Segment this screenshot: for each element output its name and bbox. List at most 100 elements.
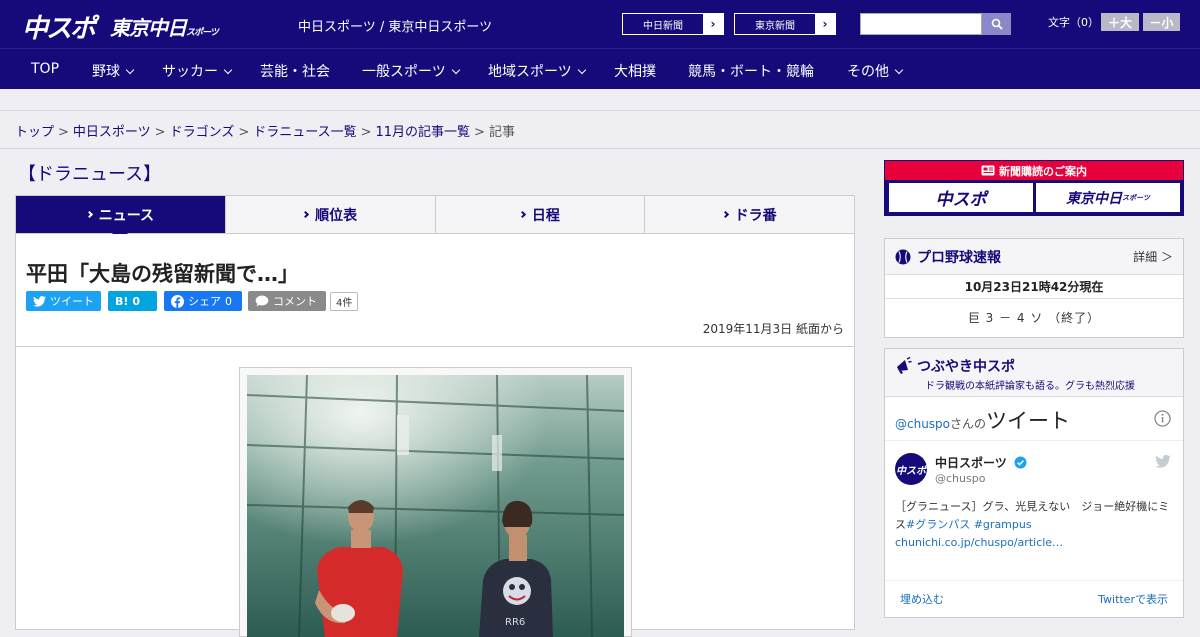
tab-schedule[interactable]: 日程 (436, 196, 646, 233)
tokyo-shimbun-button[interactable]: 東京新聞 › (734, 13, 836, 35)
nav-soccer[interactable]: サッカー (162, 61, 233, 81)
hatena-bookmark-button[interactable]: B! 0 (108, 291, 157, 311)
tokyo-logo-small: スポーツ (186, 28, 219, 38)
breadcrumb-current: 記事 (488, 125, 515, 140)
tweet-account-handle[interactable]: @chuspo (935, 472, 985, 485)
article-photo[interactable]: RR6 (247, 375, 624, 637)
avatar[interactable]: 中スポ (895, 453, 927, 485)
twitter-widget-footer: 埋め込む Twitterで表示 (885, 581, 1183, 615)
comment-button[interactable]: コメント (248, 291, 326, 311)
embed-link[interactable]: 埋め込む (900, 591, 944, 607)
article-photo-image: RR6 (247, 375, 624, 637)
megaphone-icon (897, 357, 912, 374)
twitter-widget-heading: @chuspoさんのツイート (895, 405, 1070, 435)
baseball-details-link[interactable]: 詳細 ＞ (1133, 248, 1173, 265)
tweet-link[interactable]: chunichi.co.jp/chuspo/article… (895, 536, 1063, 549)
search-icon (991, 18, 1003, 30)
chuspo-logo[interactable]: 中スポ (22, 8, 96, 45)
baseball-score-box: プロ野球速報 詳細 ＞ 10月23日21時42分現在 巨 3 － 4 ソ （終了… (884, 238, 1184, 338)
nav-other[interactable]: その他 (847, 61, 904, 81)
chevron-right-icon (302, 210, 310, 219)
tweet-hashtag-grampus-jp[interactable]: #グランパス (906, 518, 970, 531)
tab-label: ドラ番 (734, 207, 777, 224)
tweet-button[interactable]: ツイート (26, 291, 101, 311)
svg-text:RR6: RR6 (505, 617, 525, 628)
breadcrumb-separator: > (238, 125, 250, 140)
nav-label: 芸能・社会 (260, 64, 330, 80)
facebook-share-label: シェア (188, 295, 221, 308)
subscribe-chuspo-button[interactable]: 中スポ (889, 183, 1033, 212)
nav-top[interactable]: TOP (31, 61, 59, 77)
nav-general-sports[interactable]: 一般スポーツ (362, 61, 460, 81)
breadcrumb-link-news-list[interactable]: ドラニュース一覧 (253, 125, 356, 140)
twitter-handle-suffix: さんの (950, 417, 987, 431)
breadcrumb-bar: トップ > 中日スポーツ > ドラゴンズ > ドラニュース一覧 >11月の記事一覧 > 記事 (0, 111, 1200, 149)
breadcrumb-separator: > (58, 125, 69, 140)
search-input[interactable] (860, 13, 982, 35)
breadcrumb-separator: > (474, 125, 485, 140)
hatena-count: 0 (132, 294, 141, 308)
comment-count[interactable]: 4件 (330, 292, 359, 311)
nav-label: 競馬・ボート・競輪 (688, 64, 814, 80)
chevron-right-icon: › (703, 14, 723, 34)
tweet-label: ツイート (50, 295, 94, 308)
tab-standings[interactable]: 順位表 (226, 196, 436, 233)
tokyo-shimbun-label: 東京新聞 (755, 20, 795, 32)
breadcrumb-link-top[interactable]: トップ (15, 125, 54, 140)
speech-bubble-icon (255, 295, 269, 307)
twitter-bird-icon (33, 295, 46, 307)
font-smaller-button[interactable]: －小 (1143, 13, 1180, 31)
twitter-handle-link[interactable]: @chuspo (895, 417, 950, 431)
breadcrumb-link-dragons[interactable]: ドラゴンズ (170, 125, 235, 140)
site-header: 中スポ 東京中日スポーツ 中日スポーツ / 東京中日スポーツ 中日新聞 › 東京… (0, 0, 1200, 48)
nav-local-sports[interactable]: 地域スポーツ (488, 61, 586, 81)
tweet-text: ［グラニュース］グラ、光見えない ジョー絶好機にミス#グランパス #grampu… (895, 498, 1177, 552)
facebook-icon (171, 294, 184, 308)
tweet-account-name[interactable]: 中日スポーツ (935, 454, 1027, 471)
baseball-box-header: プロ野球速報 詳細 ＞ (885, 239, 1183, 275)
site-links[interactable]: 中日スポーツ / 東京中日スポーツ (298, 16, 492, 35)
twitter-bird-icon[interactable] (1155, 455, 1171, 468)
facebook-share-button[interactable]: シェア 0 (164, 291, 242, 311)
nav-racing[interactable]: 競馬・ボート・競輪 (688, 61, 814, 81)
comment-label: コメント (273, 295, 317, 308)
twitter-box-header: つぶやき中スポ ドラ観戦の本紙評論家も語る。グラも熱烈応援 (885, 349, 1183, 397)
breadcrumb-link-november[interactable]: 11月の記事一覧 (376, 125, 471, 140)
twitter-box-subtitle: ドラ観戦の本紙評論家も語る。グラも熱烈応援 (925, 381, 1135, 392)
breadcrumb-separator: > (360, 125, 372, 140)
nav-label: 野球 (92, 64, 120, 80)
search-button[interactable] (982, 13, 1011, 35)
tab-label: 日程 (531, 207, 560, 224)
view-on-twitter-link[interactable]: Twitterで表示 (1098, 591, 1168, 607)
nav-sumo[interactable]: 大相撲 (614, 61, 656, 81)
facebook-share-count: 0 (225, 294, 232, 308)
baseball-score[interactable]: 巨 3 － 4 ソ （終了） (885, 299, 1183, 335)
newspaper-icon (981, 165, 995, 176)
chevron-down-icon (894, 65, 904, 75)
tab-dragons-reporter[interactable]: ドラ番 (645, 196, 854, 233)
font-bigger-button[interactable]: ＋大 (1101, 13, 1139, 31)
nav-baseball[interactable]: 野球 (92, 61, 135, 81)
article-headline: 平田「大島の残留新聞で…」 (26, 262, 299, 286)
nav-entertainment[interactable]: 芸能・社会 (260, 61, 330, 81)
font-size-label: 文字（0） (1048, 16, 1099, 29)
baseball-box-title: プロ野球速報 (917, 249, 1001, 266)
info-icon[interactable] (1154, 410, 1171, 427)
chevron-right-icon (85, 210, 93, 219)
article-photo-frame: RR6 (239, 367, 632, 637)
subscribe-title: 新聞購読のご案内 (999, 164, 1087, 178)
nav-label: サッカー (162, 64, 218, 80)
tweet-hashtag-grampus[interactable]: #grampus (974, 518, 1032, 531)
tab-label: 順位表 (315, 207, 358, 224)
nav-label: 一般スポーツ (362, 64, 446, 80)
tokyo-chunichi-logo[interactable]: 東京中日スポーツ (110, 12, 219, 41)
chunichi-shimbun-button[interactable]: 中日新聞 › (622, 13, 724, 35)
tab-news[interactable]: ニュース (16, 196, 226, 241)
twitter-widget-title: @chuspoさんのツイート (885, 397, 1183, 441)
breadcrumb-link-chuspo[interactable]: 中日スポーツ (73, 125, 151, 140)
subscribe-banner[interactable]: 新聞購読のご案内 中スポ 東京中日 スポーツ (884, 160, 1184, 216)
subscribe-tokyo-button[interactable]: 東京中日 スポーツ (1036, 183, 1180, 212)
twitter-widget-label: ツイート (986, 409, 1071, 433)
chevron-down-icon (451, 65, 460, 75)
breadcrumb: トップ > 中日スポーツ > ドラゴンズ > ドラニュース一覧 >11月の記事一覧 > 記事 (15, 121, 515, 140)
